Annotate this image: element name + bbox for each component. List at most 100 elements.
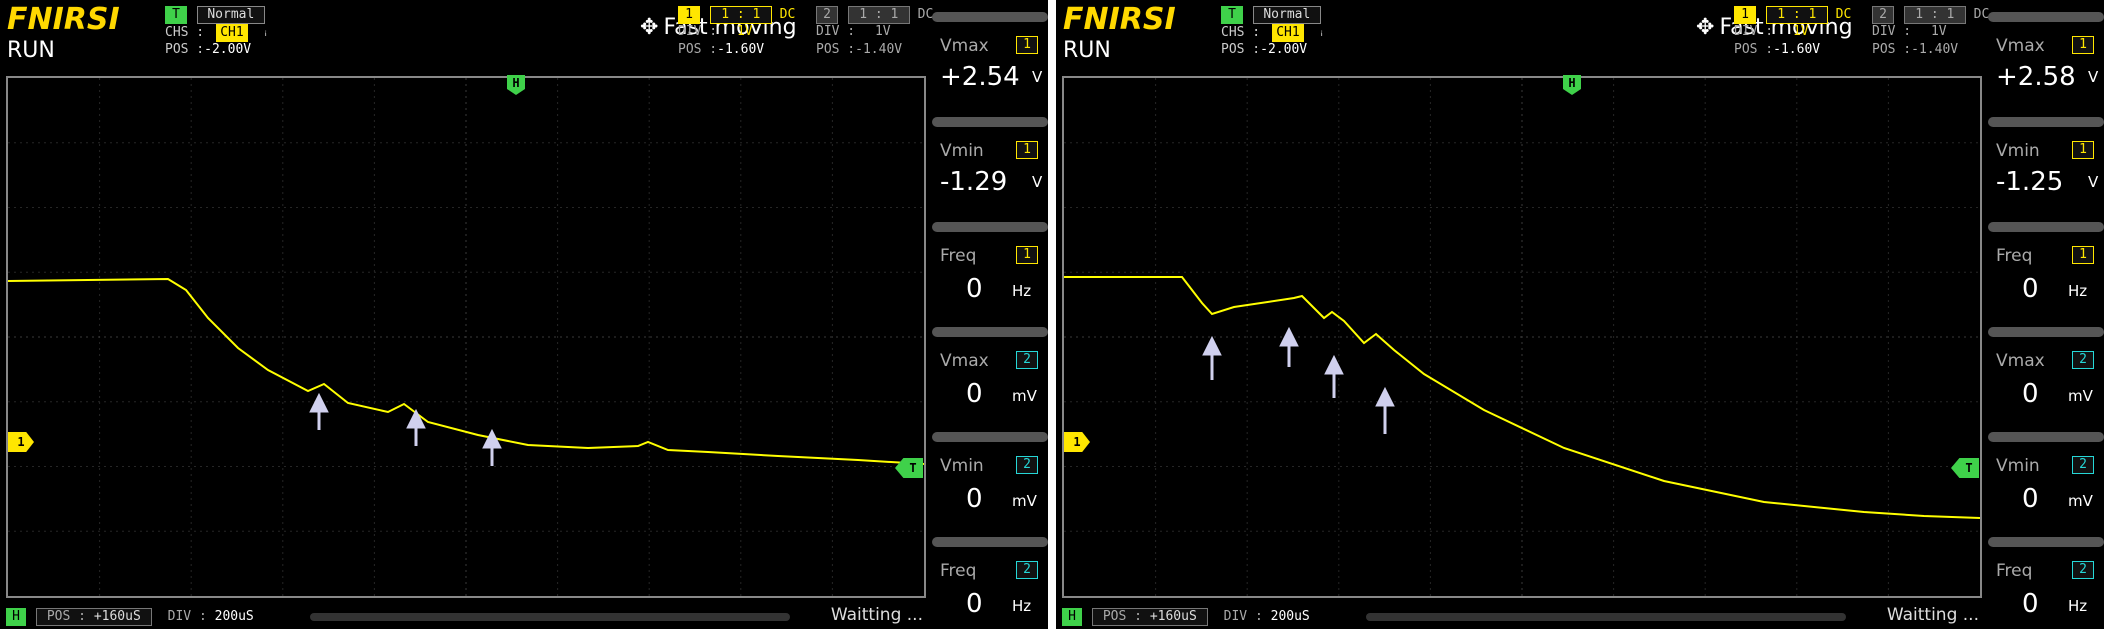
bottom-status-bar: H POS : +160uS DIV : 200uS Waitting ... [1056,603,2104,629]
trigger-badge: T [1221,6,1243,24]
trigger-mode[interactable]: Normal [1252,6,1321,24]
measurement-vmin-ch1[interactable]: Vmin 1 -1.25 V [1988,117,2104,222]
trigger-mode[interactable]: Normal [196,6,265,24]
measurement-value: +2.54 [940,62,1020,92]
measurement-divider [932,327,1048,337]
trigger-source-value[interactable]: CH1 [1271,24,1304,42]
ch1-pos-value: -1.60V [717,42,765,57]
ch1-ratio[interactable]: 1 : 1 [709,6,772,24]
measurement-channel-badge: 2 [1016,351,1038,369]
ch2-coupling[interactable]: DC [918,7,934,22]
measurement-label: Freq [1996,561,2033,581]
rising-edge-icon: ꜟ [261,25,270,40]
trigger-info[interactable]: T Normal CHS : CH1 ꜟ POS :-2.00V [165,6,270,60]
ch1-info[interactable]: 1 1 : 1 DC DIV : 1V POS :-1.60V [1734,6,1851,60]
measurement-divider [932,12,1048,22]
measurement-unit: Hz [2068,597,2088,615]
ch1-pos-value: -1.60V [1773,42,1821,57]
h-pos-label: POS : [1102,609,1142,624]
ch2-coupling[interactable]: DC [1974,7,1990,22]
measurement-channel-badge: 2 [1016,561,1038,579]
annotation-arrow [309,392,329,430]
measurement-unit: V [1032,173,1043,191]
scroll-rail[interactable] [310,613,790,621]
measurement-unit: Hz [1012,282,1032,300]
measurement-vmin-ch2[interactable]: Vmin 2 0 mV [1988,432,2104,537]
measurement-freq-ch2[interactable]: Freq 2 0 Hz [1988,537,2104,629]
run-state[interactable]: RUN [1063,38,1111,63]
measurement-divider [1988,432,2104,442]
measurement-divider [932,117,1048,127]
ch1-info[interactable]: 1 1 : 1 DC DIV : 1V POS :-1.60V [678,6,795,60]
measurement-value: -1.29 [940,167,1008,197]
run-state[interactable]: RUN [7,38,55,63]
ch2-info[interactable]: 2 1 : 1 DC DIV : 1V POS :-1.40V [816,6,933,60]
h-pos-value: +160uS [1149,609,1197,624]
measurement-divider [1988,222,2104,232]
trigger-source-value[interactable]: CH1 [215,24,248,42]
annotation-arrow [406,408,426,446]
measurement-value: 0 [2022,484,2039,514]
measurement-divider [1988,537,2104,547]
measurement-vmin-ch2[interactable]: Vmin 2 0 mV [932,432,1048,537]
scope-screen-left: FNIRSI RUN T Normal CHS : CH1 ꜟ POS :-2.… [0,0,1048,629]
measurement-vmax-ch2[interactable]: Vmax 2 0 mV [1988,327,2104,432]
status-text: Waitting ... [830,605,923,625]
ch2-div-value: 1V [1930,24,1947,39]
measurement-channel-badge: 1 [2072,141,2094,159]
measurement-vmax-ch2[interactable]: Vmax 2 0 mV [932,327,1048,432]
measurement-freq-ch1[interactable]: Freq 1 0 Hz [1988,222,2104,327]
ch1-coupling[interactable]: DC [780,7,796,22]
measurement-divider [1988,327,2104,337]
h-pos[interactable]: POS : +160uS [1091,608,1208,626]
measurement-channel-badge: 1 [1016,141,1038,159]
time-div-value[interactable]: 200uS [215,609,254,624]
measurement-channel-badge: 1 [1016,246,1038,264]
ch2-pos-label: POS : [1872,42,1912,57]
trigger-pos-value: -2.00V [204,42,252,57]
waveform-svg [8,78,924,596]
measurement-freq-ch2[interactable]: Freq 2 0 Hz [932,537,1048,629]
measurement-vmax-ch1[interactable]: Vmax 1 +2.54 V [932,12,1048,117]
ch2-div-label: DIV : [1872,24,1912,39]
ch2-pos-value: -1.40V [855,42,903,57]
measurement-label: Freq [1996,246,2033,266]
waveform-display[interactable] [6,76,926,598]
ch2-ratio[interactable]: 1 : 1 [847,6,910,24]
measurement-vmax-ch1[interactable]: Vmax 1 +2.58 V [1988,12,2104,117]
measurement-channel-badge: 1 [2072,36,2094,54]
measurement-unit: mV [1012,387,1037,405]
ch2-info[interactable]: 2 1 : 1 DC DIV : 1V POS :-1.40V [1872,6,1989,60]
measurement-vmin-ch1[interactable]: Vmin 1 -1.29 V [932,117,1048,222]
time-div-label: DIV : [1223,609,1263,624]
measurement-unit: V [1032,68,1043,86]
measurement-label: Vmin [1996,141,2040,161]
measurement-label: Freq [940,561,977,581]
trigger-info[interactable]: T Normal CHS : CH1 ꜟ POS :-2.00V [1221,6,1326,60]
h-pos[interactable]: POS : +160uS [35,608,152,626]
measurement-divider [932,537,1048,547]
ch2-div-value: 1V [874,24,891,39]
measurement-unit: Hz [1012,597,1032,615]
waveform-display[interactable] [1062,76,1982,598]
ch1-ratio[interactable]: 1 : 1 [1765,6,1828,24]
ch2-ratio[interactable]: 1 : 1 [1903,6,1966,24]
h-pos-value: +160uS [93,609,141,624]
measurement-channel-badge: 1 [2072,246,2094,264]
measurement-label: Vmin [940,456,984,476]
measurement-unit: Hz [2068,282,2088,300]
measurement-value: -1.25 [1996,167,2064,197]
ch1-coupling[interactable]: DC [1836,7,1852,22]
ch2-badge: 2 [816,6,838,24]
measurement-channel-badge: 2 [2072,456,2094,474]
time-div-value[interactable]: 200uS [1271,609,1310,624]
ch1-div-label: DIV : [1734,24,1774,39]
measurement-unit: V [2088,173,2099,191]
measurement-freq-ch1[interactable]: Freq 1 0 Hz [932,222,1048,327]
measurement-value: 0 [2022,274,2039,304]
trigger-source-label: CHS : [165,25,205,40]
measurement-value: 0 [2022,589,2039,619]
scroll-rail[interactable] [1366,613,1846,621]
measurement-channel-badge: 1 [1016,36,1038,54]
measurement-label: Vmax [1996,351,2045,371]
